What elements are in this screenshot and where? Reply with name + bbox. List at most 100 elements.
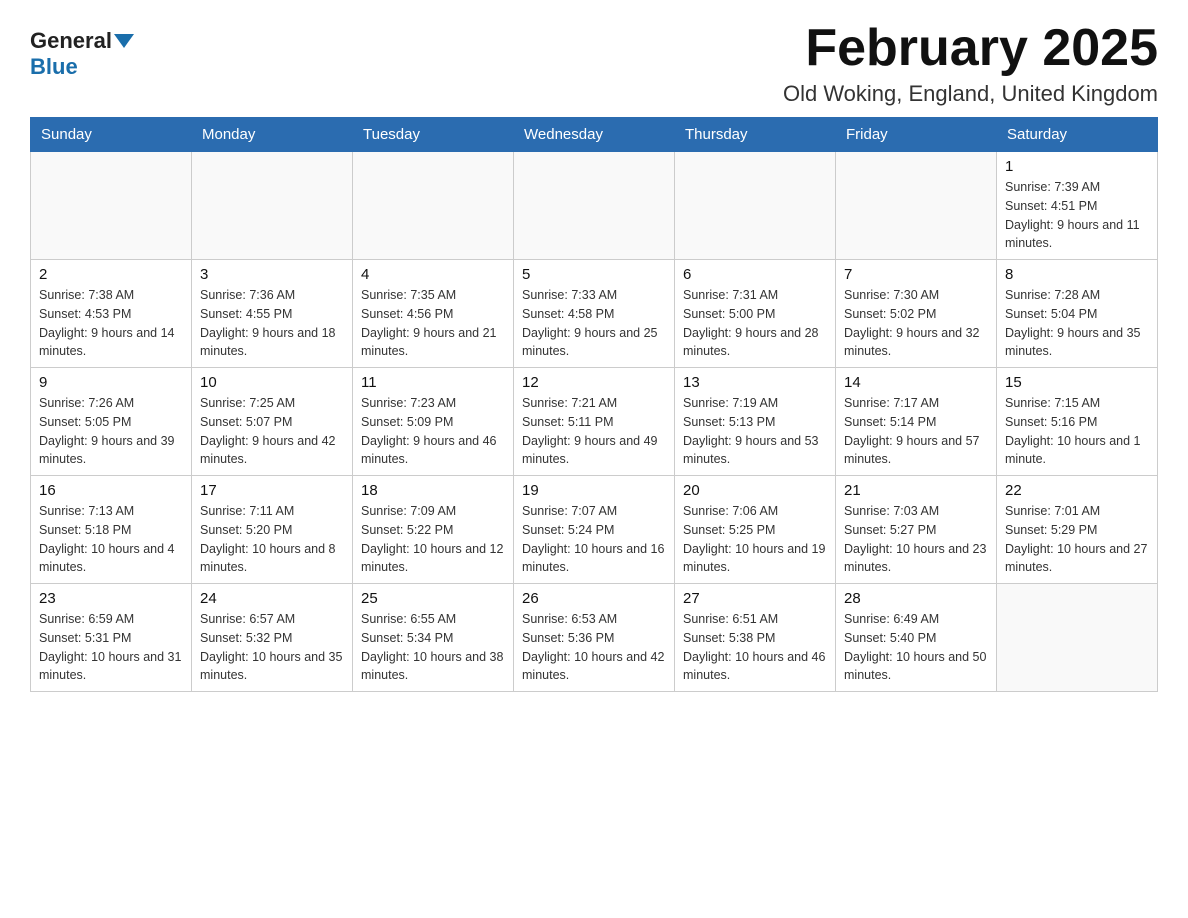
day-of-week-header: Monday bbox=[192, 118, 353, 152]
calendar-day-cell: 1Sunrise: 7:39 AM Sunset: 4:51 PM Daylig… bbox=[997, 152, 1158, 260]
day-info: Sunrise: 7:11 AM Sunset: 5:20 PM Dayligh… bbox=[200, 502, 344, 577]
day-number: 23 bbox=[39, 590, 183, 607]
day-info: Sunrise: 7:09 AM Sunset: 5:22 PM Dayligh… bbox=[361, 502, 505, 577]
calendar-day-cell bbox=[675, 152, 836, 260]
day-number: 27 bbox=[683, 590, 827, 607]
calendar-day-cell: 13Sunrise: 7:19 AM Sunset: 5:13 PM Dayli… bbox=[675, 368, 836, 476]
day-info: Sunrise: 6:53 AM Sunset: 5:36 PM Dayligh… bbox=[522, 610, 666, 685]
day-info: Sunrise: 7:28 AM Sunset: 5:04 PM Dayligh… bbox=[1005, 286, 1149, 361]
day-number: 9 bbox=[39, 374, 183, 391]
day-number: 3 bbox=[200, 266, 344, 283]
day-number: 15 bbox=[1005, 374, 1149, 391]
calendar-day-cell: 2 Sunrise: 7:38 AM Sunset: 4:53 PM Daylig… bbox=[31, 260, 192, 368]
calendar-day-cell bbox=[31, 152, 192, 260]
calendar-day-cell: 18 Sunrise: 7:09 AM Sunset: 5:22 PM Dayli… bbox=[353, 476, 514, 584]
calendar-day-cell: 9 Sunrise: 7:26 AM Sunset: 5:05 PM Daylig… bbox=[31, 368, 192, 476]
calendar-day-cell: 27 Sunrise: 6:51 AM Sunset: 5:38 PM Dayli… bbox=[675, 584, 836, 692]
calendar-day-cell: 7 Sunrise: 7:30 AM Sunset: 5:02 PM Daylig… bbox=[836, 260, 997, 368]
day-number: 19 bbox=[522, 482, 666, 499]
day-number: 28 bbox=[844, 590, 988, 607]
day-info: Sunrise: 7:25 AM Sunset: 5:07 PM Dayligh… bbox=[200, 394, 344, 469]
calendar-day-cell: 21 Sunrise: 7:03 AM Sunset: 5:27 PM Dayli… bbox=[836, 476, 997, 584]
day-info: Sunrise: 7:15 AM Sunset: 5:16 PM Dayligh… bbox=[1005, 394, 1149, 469]
day-info: Sunrise: 7:38 AM Sunset: 4:53 PM Dayligh… bbox=[39, 286, 183, 361]
day-info: Sunrise: 7:31 AM Sunset: 5:00 PM Dayligh… bbox=[683, 286, 827, 361]
day-info: Sunrise: 6:49 AM Sunset: 5:40 PM Dayligh… bbox=[844, 610, 988, 685]
day-number: 22 bbox=[1005, 482, 1149, 499]
calendar-day-cell: 5Sunrise: 7:33 AM Sunset: 4:58 PM Daylig… bbox=[514, 260, 675, 368]
logo: General Blue bbox=[30, 28, 136, 80]
calendar-day-cell: 4 Sunrise: 7:35 AM Sunset: 4:56 PM Daylig… bbox=[353, 260, 514, 368]
calendar-week-row: 2 Sunrise: 7:38 AM Sunset: 4:53 PM Daylig… bbox=[31, 260, 1158, 368]
calendar-day-cell: 14 Sunrise: 7:17 AM Sunset: 5:14 PM Dayli… bbox=[836, 368, 997, 476]
calendar-day-cell: 22 Sunrise: 7:01 AM Sunset: 5:29 PM Dayli… bbox=[997, 476, 1158, 584]
calendar-day-cell: 26 Sunrise: 6:53 AM Sunset: 5:36 PM Dayli… bbox=[514, 584, 675, 692]
calendar-day-cell bbox=[836, 152, 997, 260]
day-number: 2 bbox=[39, 266, 183, 283]
day-info: Sunrise: 7:23 AM Sunset: 5:09 PM Dayligh… bbox=[361, 394, 505, 469]
day-number: 10 bbox=[200, 374, 344, 391]
calendar-day-cell bbox=[192, 152, 353, 260]
calendar-week-row: 9 Sunrise: 7:26 AM Sunset: 5:05 PM Daylig… bbox=[31, 368, 1158, 476]
day-info: Sunrise: 6:59 AM Sunset: 5:31 PM Dayligh… bbox=[39, 610, 183, 685]
calendar-day-cell: 6Sunrise: 7:31 AM Sunset: 5:00 PM Daylig… bbox=[675, 260, 836, 368]
day-number: 14 bbox=[844, 374, 988, 391]
day-number: 16 bbox=[39, 482, 183, 499]
day-of-week-header: Tuesday bbox=[353, 118, 514, 152]
day-number: 18 bbox=[361, 482, 505, 499]
calendar-week-row: 16 Sunrise: 7:13 AM Sunset: 5:18 PM Dayli… bbox=[31, 476, 1158, 584]
day-info: Sunrise: 7:01 AM Sunset: 5:29 PM Dayligh… bbox=[1005, 502, 1149, 577]
day-info: Sunrise: 7:03 AM Sunset: 5:27 PM Dayligh… bbox=[844, 502, 988, 577]
logo-triangle-icon bbox=[114, 34, 134, 48]
day-number: 13 bbox=[683, 374, 827, 391]
calendar-day-cell: 28 Sunrise: 6:49 AM Sunset: 5:40 PM Dayli… bbox=[836, 584, 997, 692]
day-info: Sunrise: 7:21 AM Sunset: 5:11 PM Dayligh… bbox=[522, 394, 666, 469]
day-of-week-header: Wednesday bbox=[514, 118, 675, 152]
day-number: 17 bbox=[200, 482, 344, 499]
calendar-day-cell: 19 Sunrise: 7:07 AM Sunset: 5:24 PM Dayli… bbox=[514, 476, 675, 584]
day-info: Sunrise: 7:30 AM Sunset: 5:02 PM Dayligh… bbox=[844, 286, 988, 361]
day-info: Sunrise: 7:26 AM Sunset: 5:05 PM Dayligh… bbox=[39, 394, 183, 469]
calendar-day-cell bbox=[997, 584, 1158, 692]
calendar-title: February 2025 bbox=[783, 20, 1158, 77]
calendar-day-cell bbox=[353, 152, 514, 260]
day-of-week-header: Sunday bbox=[31, 118, 192, 152]
calendar-day-cell: 17 Sunrise: 7:11 AM Sunset: 5:20 PM Dayli… bbox=[192, 476, 353, 584]
calendar-day-cell: 24Sunrise: 6:57 AM Sunset: 5:32 PM Dayli… bbox=[192, 584, 353, 692]
calendar-day-cell: 3 Sunrise: 7:36 AM Sunset: 4:55 PM Daylig… bbox=[192, 260, 353, 368]
calendar-week-row: 1Sunrise: 7:39 AM Sunset: 4:51 PM Daylig… bbox=[31, 152, 1158, 260]
calendar-day-cell: 10 Sunrise: 7:25 AM Sunset: 5:07 PM Dayli… bbox=[192, 368, 353, 476]
calendar-day-cell: 12 Sunrise: 7:21 AM Sunset: 5:11 PM Dayli… bbox=[514, 368, 675, 476]
page-header: General Blue February 2025 Old Woking, E… bbox=[30, 20, 1158, 107]
day-info: Sunrise: 7:13 AM Sunset: 5:18 PM Dayligh… bbox=[39, 502, 183, 577]
day-info: Sunrise: 7:17 AM Sunset: 5:14 PM Dayligh… bbox=[844, 394, 988, 469]
calendar-day-cell: 11Sunrise: 7:23 AM Sunset: 5:09 PM Dayli… bbox=[353, 368, 514, 476]
day-number: 12 bbox=[522, 374, 666, 391]
calendar-day-cell bbox=[514, 152, 675, 260]
calendar-table: SundayMondayTuesdayWednesdayThursdayFrid… bbox=[30, 117, 1158, 692]
day-info: Sunrise: 7:35 AM Sunset: 4:56 PM Dayligh… bbox=[361, 286, 505, 361]
logo-general-text: General bbox=[30, 28, 112, 54]
day-info: Sunrise: 7:36 AM Sunset: 4:55 PM Dayligh… bbox=[200, 286, 344, 361]
calendar-day-cell: 16 Sunrise: 7:13 AM Sunset: 5:18 PM Dayli… bbox=[31, 476, 192, 584]
day-number: 1 bbox=[1005, 158, 1149, 175]
day-number: 5 bbox=[522, 266, 666, 283]
day-number: 25 bbox=[361, 590, 505, 607]
day-number: 20 bbox=[683, 482, 827, 499]
calendar-day-cell: 8 Sunrise: 7:28 AM Sunset: 5:04 PM Daylig… bbox=[997, 260, 1158, 368]
day-of-week-header: Friday bbox=[836, 118, 997, 152]
day-info: Sunrise: 6:55 AM Sunset: 5:34 PM Dayligh… bbox=[361, 610, 505, 685]
day-number: 4 bbox=[361, 266, 505, 283]
day-number: 8 bbox=[1005, 266, 1149, 283]
day-number: 24 bbox=[200, 590, 344, 607]
day-number: 21 bbox=[844, 482, 988, 499]
day-info: Sunrise: 7:07 AM Sunset: 5:24 PM Dayligh… bbox=[522, 502, 666, 577]
location-subtitle: Old Woking, England, United Kingdom bbox=[783, 81, 1158, 107]
day-number: 26 bbox=[522, 590, 666, 607]
calendar-week-row: 23 Sunrise: 6:59 AM Sunset: 5:31 PM Dayli… bbox=[31, 584, 1158, 692]
calendar-day-cell: 25 Sunrise: 6:55 AM Sunset: 5:34 PM Dayli… bbox=[353, 584, 514, 692]
day-number: 7 bbox=[844, 266, 988, 283]
day-info: Sunrise: 6:51 AM Sunset: 5:38 PM Dayligh… bbox=[683, 610, 827, 685]
title-block: February 2025 Old Woking, England, Unite… bbox=[783, 20, 1158, 107]
calendar-header-row: SundayMondayTuesdayWednesdayThursdayFrid… bbox=[31, 118, 1158, 152]
